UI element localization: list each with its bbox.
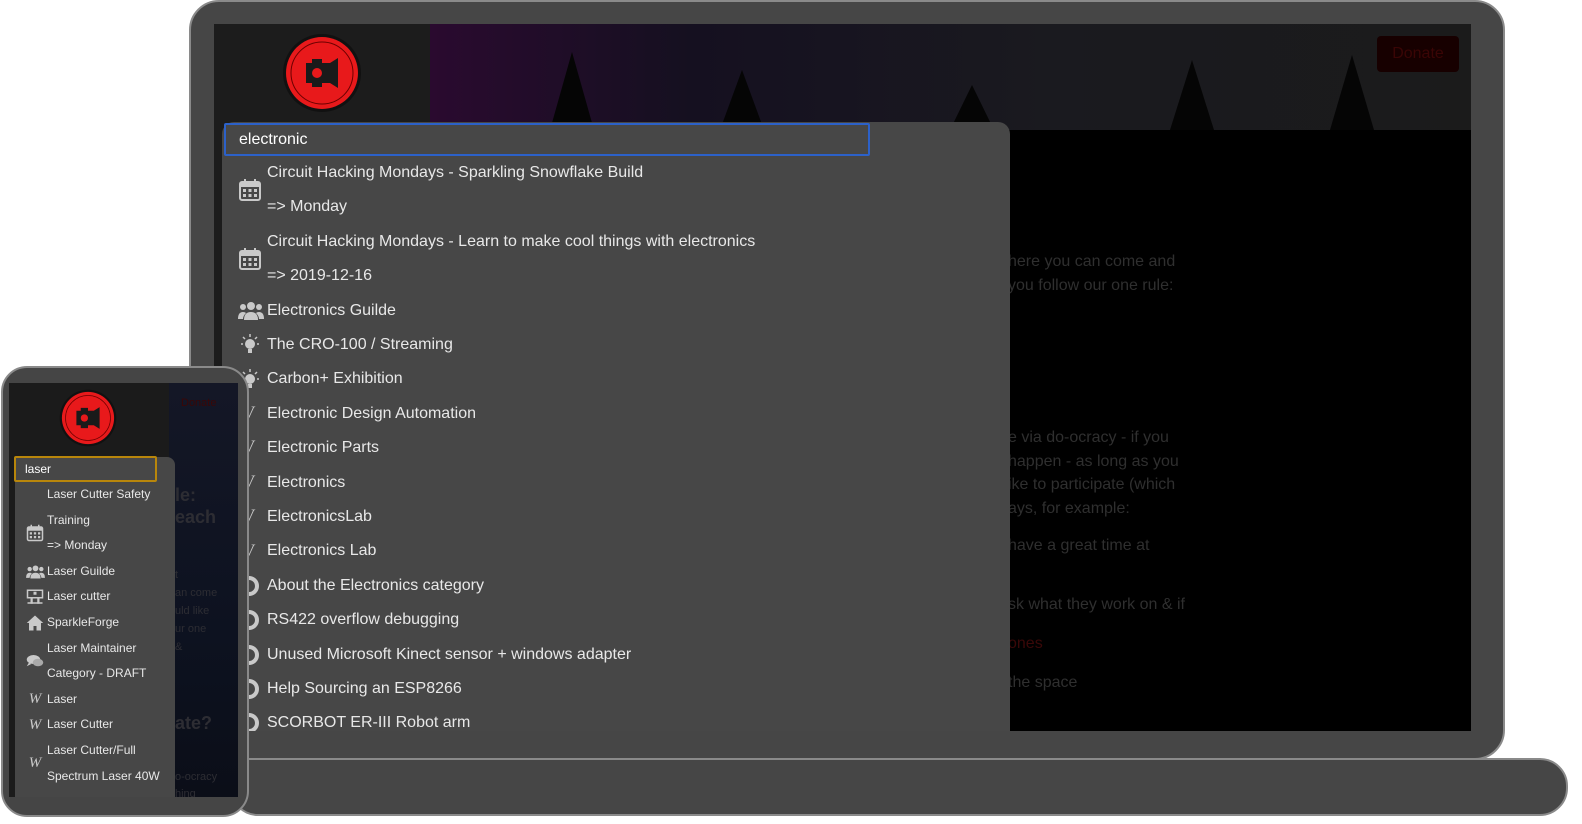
search-result[interactable]: The CRO-100 / Streaming [232,328,1002,362]
result-title: SparkleForge [47,614,120,629]
background-text: happen - as long as you [1008,453,1179,470]
calendar-icon [23,524,47,542]
search-result[interactable]: W Electronic Parts [232,431,1002,465]
result-title: The CRO-100 / Streaming [267,335,453,353]
background-heading: each [175,507,217,527]
search-result[interactable]: Help Sourcing an ESP8266 [232,672,1002,706]
background-text: sk what they work on & if [1008,596,1185,613]
calendar-icon [232,178,267,202]
result-title: Laser Maintainer [47,640,137,655]
search-results-list: Circuit Hacking Mondays - Sparkling Snow… [232,156,1002,731]
search-results-list: Laser Cutter Safety Training => Monday La… [23,482,173,789]
search-result[interactable]: Carbon+ Exhibition [232,362,1002,396]
result-title: Electronics Guilde [267,301,396,319]
result-title: SCORBOT ER-III Robot arm [267,714,471,731]
search-result[interactable]: Circuit Hacking Mondays - Learn to make … [232,225,1002,294]
search-result[interactable]: W Laser Cutter [23,712,173,738]
result-title: Unused Microsoft Kinect sensor + windows… [267,645,632,663]
search-result[interactable]: About the Electronics category [232,569,1002,603]
result-title: Electronic Design Automation [267,404,476,422]
wikipedia-icon: W [28,755,42,772]
result-title: ElectronicsLab [267,507,372,525]
background-text: hing [175,788,196,797]
search-result[interactable]: W Electronics Lab [232,534,1002,568]
background-heading: ate? [175,713,213,733]
donate-button[interactable]: Donate [1377,36,1459,72]
search-result[interactable]: Circuit Hacking Mondays - Sparkling Snow… [232,156,1002,225]
lightbulb-icon [232,333,267,357]
search-input[interactable] [14,456,157,482]
result-title: Laser Cutter [47,717,114,732]
background-text: uld like [175,605,210,617]
tool-icon [23,588,47,606]
result-title: Laser cutter [47,589,111,604]
result-subtitle: => Monday [47,538,108,553]
result-subtitle: => 2019-12-16 [267,267,372,285]
result-title: Carbon+ Exhibition [267,370,403,388]
search-result[interactable]: Training => Monday [23,508,173,559]
laptop-base [230,758,1568,816]
result-title: Laser Guilde [47,563,116,578]
background-text: an come [175,587,218,599]
result-title: About the Electronics category [267,576,485,594]
search-result[interactable]: SparkleForge [23,610,173,636]
search-result[interactable]: W Electronic Design Automation [232,397,1002,431]
hackspace-logo [283,34,361,112]
result-subtitle: Category - DRAFT [47,666,147,681]
background-text: ike to participate (which [1008,476,1176,493]
background-text: o-ocracy [175,771,218,783]
users-icon [232,300,267,322]
background-text: the space [1008,674,1078,691]
background-link: ones [1008,635,1043,652]
home-icon [23,614,47,632]
users-icon [23,564,47,580]
hackspace-logo [59,389,117,447]
phone-screen: Donate le: each t an come uld like ur on… [9,383,238,797]
background-text: & [175,641,183,653]
search-result[interactable]: Laser cutter [23,584,173,610]
background-heading: le: [175,485,197,505]
search-result[interactable]: Electronics Guilde [232,294,1002,328]
result-title: Help Sourcing an ESP8266 [267,679,462,697]
result-title: Electronics Lab [267,542,377,560]
search-result[interactable]: Laser Maintainer Category - DRAFT [23,636,173,687]
result-title: Electronics [267,473,346,491]
background-text: here you can come and [1008,253,1176,270]
background-text: t [175,569,179,581]
result-subtitle: => Monday [267,198,348,216]
result-title: Laser [47,691,78,706]
background-text: have a great time at [1008,537,1150,554]
search-result[interactable]: W Laser Cutter/Full Spectrum Laser 40W [23,738,173,789]
result-title: Training [47,512,90,527]
calendar-icon [232,247,267,271]
background-text: e via do-ocracy - if you [1008,429,1169,446]
result-title: Circuit Hacking Mondays - Sparkling Snow… [267,164,644,181]
search-result[interactable]: W ElectronicsLab [232,500,1002,534]
search-result[interactable]: RS422 overflow debugging [232,603,1002,637]
background-text: ur one [175,623,207,635]
result-title: Laser Cutter Safety [47,487,151,501]
donate-button[interactable]: Donate [181,397,216,409]
background-text: you follow our one rule: [1008,277,1174,294]
search-result[interactable]: Unused Microsoft Kinect sensor + windows… [232,638,1002,672]
background-text: ays, for example: [1008,500,1130,517]
wikipedia-icon: W [28,716,42,733]
search-result[interactable]: SCORBOT ER-III Robot arm [232,706,1002,731]
result-title: Electronic Parts [267,439,380,457]
search-input[interactable] [224,123,870,156]
result-title: Laser Cutter/Full [47,742,136,757]
result-title: RS422 overflow debugging [267,611,460,629]
wikipedia-icon: W [28,691,42,708]
result-subtitle: Spectrum Laser 40W [47,768,160,783]
header-banner [430,24,1471,130]
search-result[interactable]: Laser Cutter Safety [23,482,173,508]
search-result[interactable]: W Laser [23,687,173,713]
search-result[interactable]: W Electronics [232,466,1002,500]
search-result[interactable]: Laser Guilde [23,559,173,585]
result-title: Circuit Hacking Mondays - Learn to make … [267,232,756,250]
laptop-screen: Donate here you can come and you follow … [214,24,1471,731]
chat-icon [23,653,47,669]
